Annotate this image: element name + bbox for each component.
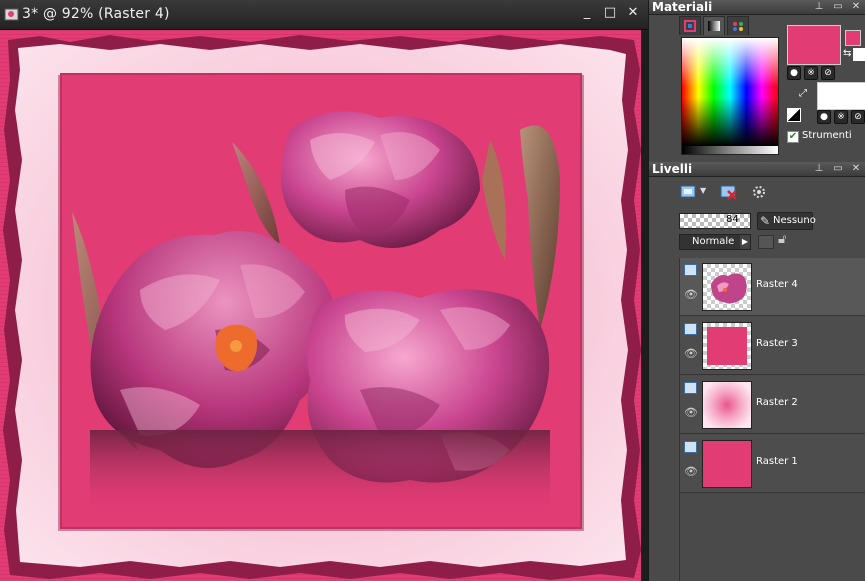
raster-layer-icon bbox=[684, 323, 697, 335]
gradient-tab-icon bbox=[708, 21, 720, 31]
layers-title: Livelli bbox=[652, 162, 693, 176]
visibility-eye-icon[interactable]: 👁︎ bbox=[684, 288, 698, 301]
visibility-eye-icon[interactable]: 👁︎ bbox=[684, 406, 698, 419]
close-button[interactable]: ✕ bbox=[624, 4, 642, 22]
color-spectrum[interactable] bbox=[681, 37, 779, 155]
link-layers-icon[interactable] bbox=[758, 235, 774, 249]
layer-name: Raster 3 bbox=[756, 338, 798, 349]
blend-row: Normale ▶ 🔓︎ bbox=[649, 232, 865, 252]
frame-tab[interactable] bbox=[679, 16, 701, 35]
materials-header[interactable]: Materiali ⊥ ▭ ✕ bbox=[649, 0, 865, 15]
lock-icon[interactable]: 🔓︎ bbox=[778, 232, 786, 247]
frame-tab-icon bbox=[684, 20, 696, 32]
solid-color-icon[interactable]: ● bbox=[787, 66, 801, 80]
close-icon[interactable]: ✕ bbox=[849, 0, 863, 14]
image-canvas[interactable] bbox=[0, 30, 648, 581]
mask-selector[interactable]: ✎ Nessuno bbox=[757, 212, 816, 230]
strumenti-checkbox[interactable]: ✔ bbox=[787, 131, 799, 143]
document-icon bbox=[4, 8, 19, 21]
foreground-color-swatch[interactable] bbox=[787, 25, 841, 65]
new-layer-icon[interactable] bbox=[679, 182, 699, 202]
foreground-small-swatch[interactable] bbox=[845, 30, 861, 46]
spectrum-grayscale[interactable] bbox=[682, 146, 778, 154]
pin-icon[interactable]: ⊥ bbox=[812, 0, 826, 14]
delete-layer-icon[interactable] bbox=[719, 182, 739, 202]
layer-thumbnail bbox=[702, 263, 752, 311]
layer-row-raster-4[interactable]: 👁︎ Raster 4 bbox=[680, 258, 865, 316]
gradient-tab[interactable] bbox=[703, 16, 725, 35]
restore-icon[interactable]: ▭ bbox=[831, 0, 845, 14]
layer-name: Raster 4 bbox=[756, 279, 798, 290]
raster-layer-icon bbox=[684, 264, 697, 276]
mask-label: Nessuno bbox=[773, 215, 816, 226]
visibility-eye-icon[interactable]: 👁︎ bbox=[684, 347, 698, 360]
document-scroll-edge[interactable] bbox=[641, 30, 648, 581]
texture-icon[interactable]: ※ bbox=[804, 66, 818, 80]
no-color-icon[interactable]: ⊘ bbox=[821, 66, 835, 80]
pattern-tab[interactable] bbox=[727, 16, 749, 35]
background-small-swatch[interactable] bbox=[853, 48, 865, 61]
pink-frame-thumbnail bbox=[707, 327, 747, 365]
layers-restore-icon[interactable]: ▭ bbox=[831, 162, 845, 176]
opacity-row: 84 ✎ Nessuno bbox=[649, 210, 865, 232]
swap-materials-icon[interactable]: ⤢ bbox=[799, 88, 807, 99]
pattern-tab-icon bbox=[733, 22, 743, 31]
layers-pin-icon[interactable]: ⊥ bbox=[812, 162, 826, 176]
document-title: 3* @ 92% (Raster 4) bbox=[22, 6, 170, 22]
spectrum-shade bbox=[682, 38, 778, 146]
blend-mode-select[interactable]: Normale ▶ bbox=[679, 234, 751, 250]
black-white-icon[interactable] bbox=[787, 108, 801, 122]
layer-thumbnail bbox=[702, 322, 752, 370]
visibility-eye-icon[interactable]: 👁︎ bbox=[684, 465, 698, 478]
materials-palette: Materiali ⊥ ▭ ✕ ⇆ ● ※ ⊘ ⤢ ● ※ ⊘ ✔ Strume… bbox=[649, 0, 865, 160]
raster-layer-icon bbox=[684, 441, 697, 453]
document-titlebar[interactable]: 3* @ 92% (Raster 4) _ □ ✕ bbox=[0, 0, 648, 30]
background-color-swatch[interactable] bbox=[817, 82, 865, 110]
layers-header[interactable]: Livelli ⊥ ▭ ✕ bbox=[649, 162, 865, 177]
opacity-slider[interactable]: 84 bbox=[679, 213, 751, 229]
layer-row-raster-3[interactable]: 👁︎ Raster 3 bbox=[680, 317, 865, 375]
raster-layer-icon bbox=[684, 382, 697, 394]
layer-properties-icon[interactable] bbox=[749, 182, 769, 202]
palettes-panel: Materiali ⊥ ▭ ✕ ⇆ ● ※ ⊘ ⤢ ● ※ ⊘ ✔ Strume… bbox=[648, 0, 865, 581]
layers-toolbar: ▼ bbox=[649, 178, 865, 208]
swap-colors-icon[interactable]: ⇆ bbox=[843, 48, 851, 59]
bg-solid-color-icon[interactable]: ● bbox=[817, 110, 831, 124]
layer-list: 👁︎ Raster 4 👁︎ Raster 3 👁︎ Raster 2 👁︎ R… bbox=[679, 258, 865, 581]
document-window: 3* @ 92% (Raster 4) _ □ ✕ bbox=[0, 0, 648, 581]
flowers-thumbnail bbox=[711, 273, 747, 304]
layer-row-raster-2[interactable]: 👁︎ Raster 2 bbox=[680, 376, 865, 434]
mask-icon: ✎ bbox=[760, 214, 771, 228]
materials-title: Materiali bbox=[652, 0, 713, 14]
pink-fill-thumbnail bbox=[702, 440, 752, 488]
layer-name: Raster 1 bbox=[756, 456, 798, 467]
layers-close-icon[interactable]: ✕ bbox=[849, 162, 863, 176]
layer-row-raster-1[interactable]: 👁︎ Raster 1 bbox=[680, 435, 865, 493]
bg-texture-icon[interactable]: ※ bbox=[834, 110, 848, 124]
maximize-button[interactable]: □ bbox=[601, 4, 619, 22]
bg-no-color-icon[interactable]: ⊘ bbox=[851, 110, 865, 124]
new-layer-dropdown-icon[interactable]: ▼ bbox=[700, 186, 706, 195]
layers-palette: Livelli ⊥ ▭ ✕ ▼ 84 ✎ Nessuno Normale ▶ 🔓… bbox=[649, 162, 865, 581]
blend-mode-label: Normale bbox=[692, 236, 735, 247]
blend-mode-arrow-icon: ▶ bbox=[740, 235, 750, 249]
canvas-artwork bbox=[0, 30, 648, 581]
opacity-value: 84 bbox=[726, 214, 739, 225]
strumenti-label: Strumenti bbox=[802, 130, 852, 141]
pink-glow-thumbnail bbox=[702, 381, 752, 429]
layer-name: Raster 2 bbox=[756, 397, 798, 408]
minimize-button[interactable]: _ bbox=[578, 4, 596, 22]
